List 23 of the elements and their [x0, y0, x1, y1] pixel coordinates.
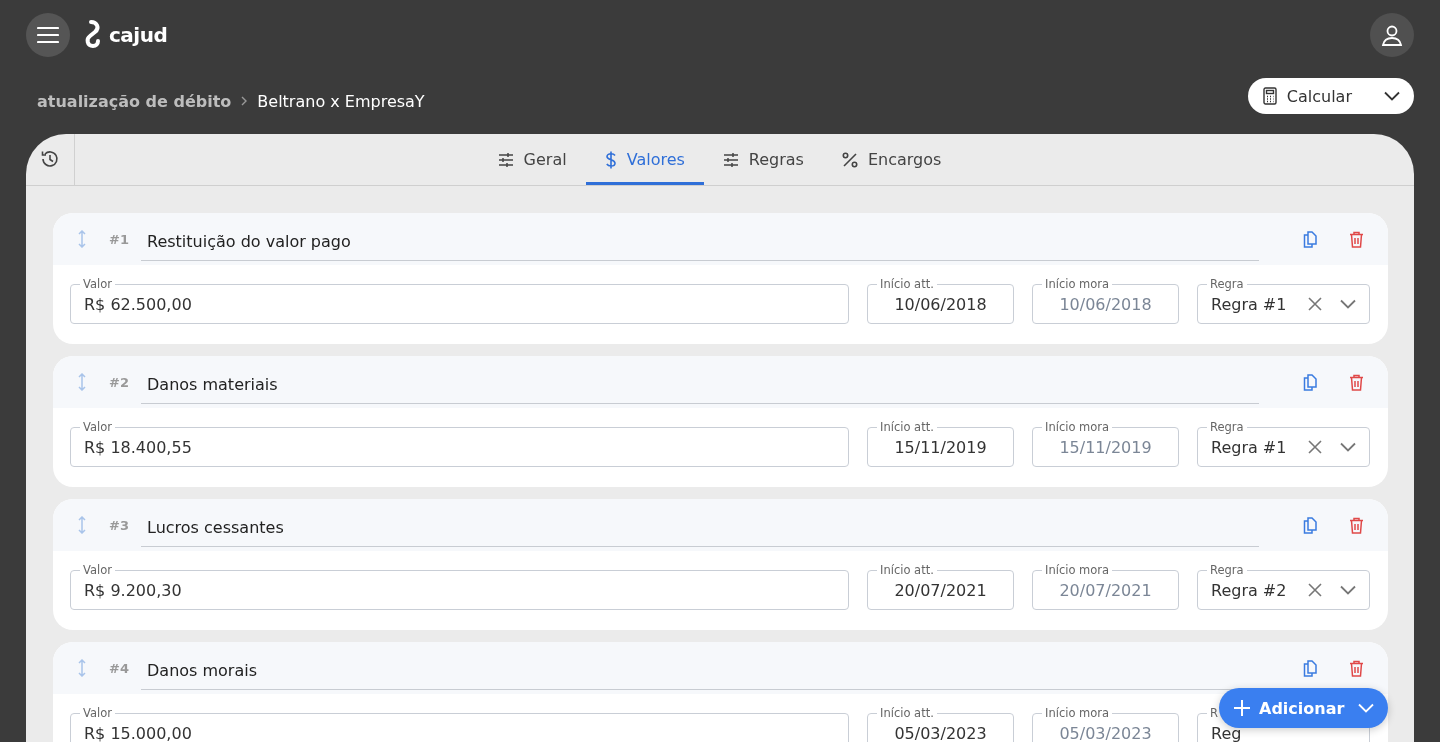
field-value: 05/03/2023 [1059, 723, 1152, 742]
field-value: R$ 9.200,30 [84, 580, 182, 600]
field-value: R$ 62.500,00 [84, 294, 192, 314]
field-value: Regra #1 [1211, 437, 1288, 457]
field-value: Regra #2 [1211, 580, 1288, 600]
field-value: R$ 15.000,00 [84, 723, 192, 742]
field-value: Regra #1 [1211, 294, 1288, 314]
field-value: 10/06/2018 [894, 294, 987, 314]
field-label: Regra [1207, 562, 1247, 578]
field-value: 10/06/2018 [1059, 294, 1152, 314]
field-value: 15/11/2019 [1059, 437, 1152, 457]
field-label: Regra [1207, 419, 1247, 435]
item-number: #1 [109, 231, 130, 247]
field-value: 15/11/2019 [894, 437, 987, 457]
field-value: 05/03/2023 [894, 723, 987, 742]
item-number: #3 [109, 517, 130, 533]
field-value: 20/07/2021 [894, 580, 987, 600]
logo-text: cajud [109, 23, 168, 47]
item-number: #2 [109, 374, 130, 390]
field-value: R$ 18.400,55 [84, 437, 192, 457]
item-number: #4 [109, 660, 130, 676]
field-value: 20/07/2021 [1059, 580, 1152, 600]
field-label: Regra [1207, 276, 1247, 292]
